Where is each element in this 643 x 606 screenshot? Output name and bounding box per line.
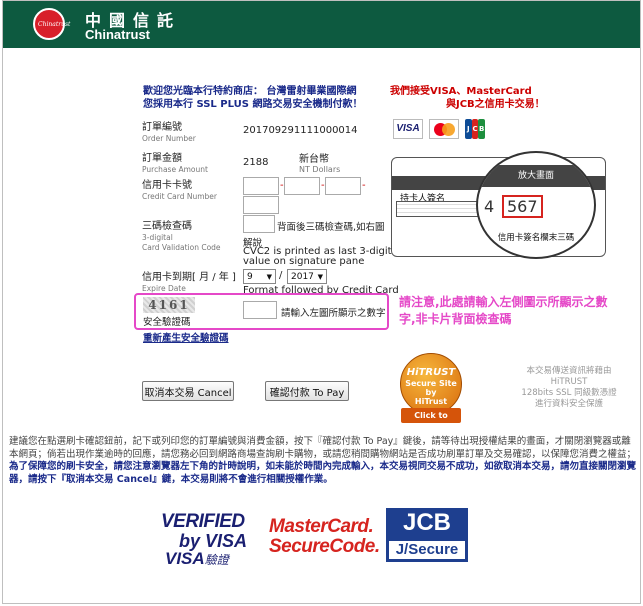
regenerate-captcha-link[interactable]: 重新產生安全驗證碼 xyxy=(143,330,229,344)
cvv-hint-en: CVC2 is printed as last 3-digit value on… xyxy=(243,246,392,267)
to-pay-button[interactable]: 確認付款 To Pay xyxy=(265,381,349,401)
merchant-notice-line2: 您採用本行 SSL PLUS 網路交易安全機制付款！ xyxy=(143,99,363,110)
card-last-digit: 4 xyxy=(484,197,496,216)
dash-3: - xyxy=(362,180,366,191)
payment-disclaimer: 建議您在點選刷卡確認鈕前，記下或列印您的訂單編號與消費金額，按下『確認付款 To… xyxy=(9,436,637,485)
order-number-label: 訂單編號 Order Number xyxy=(142,122,196,143)
amount-value: 2188 xyxy=(243,157,269,168)
mastercard-logo-icon xyxy=(429,119,459,139)
cvv-input[interactable] xyxy=(243,215,275,233)
payment-page: Chinatrust 中國信託 Chinatrust 歡迎您光臨本行特約商店： … xyxy=(2,0,641,604)
expiry-label: 信用卡到期[ 月 / 年 ] Expire Date xyxy=(142,272,236,293)
brand-name-en: Chinatrust xyxy=(85,27,150,42)
cvv-caption: 信用卡簽名欄末三碼 xyxy=(497,233,575,243)
click-to-verify[interactable]: Click to verify xyxy=(401,408,461,435)
currency: 新台幣 NT Dollars xyxy=(299,154,341,174)
cvv-hint: 背面後三碼檢查碼,如右圖 xyxy=(277,222,385,233)
magnify-label: 放大畫面 xyxy=(478,165,594,187)
jcb-j: J xyxy=(465,119,472,139)
visa-logo-icon: VISA xyxy=(393,119,423,139)
jcb-jsecure-logo: JCB J/Secure xyxy=(386,508,468,562)
cvv-label: 三碼檢查碼 3-digital Card Validation Code xyxy=(142,221,221,252)
logo-text: Chinatrust xyxy=(38,21,71,28)
header-bar: Chinatrust 中國信託 Chinatrust xyxy=(3,1,640,48)
captcha-label: 安全驗證碼 xyxy=(143,317,191,328)
expiry-month-select[interactable]: 9 ▼ xyxy=(243,269,276,284)
verified-by-visa-logo: VERIFIED by VISA VISA驗證 xyxy=(161,511,248,568)
cancel-button[interactable]: 取消本交易 Cancel xyxy=(142,381,234,401)
merchant-notice: 歡迎您光臨本行特約商店： 台灣雷射畢業國際網 您採用本行 SSL PLUS 網路… xyxy=(143,85,362,111)
magnifier-circle: 放大畫面 4 567 信用卡簽名欄末三碼 xyxy=(476,151,596,259)
captcha-hint: 請輸入左圖所顯示之數字 xyxy=(281,308,386,319)
card-back-illustration: 持卡人簽名 放大畫面 4 567 信用卡簽名欄末三碼 xyxy=(391,151,629,261)
card-number-input-1[interactable] xyxy=(243,177,279,195)
hitrust-seal-text: Secure Site by HiTrust xyxy=(405,379,457,406)
card-number-label: 信用卡卡號 Credit Card Number xyxy=(142,180,217,201)
chinatrust-logo: Chinatrust xyxy=(33,8,70,40)
accept-notice-line1: 我們接受VISA、MasterCard xyxy=(390,86,532,97)
order-number-value: 201709291111000014 xyxy=(243,125,358,136)
card-number-input-3[interactable] xyxy=(325,177,361,195)
merchant-notice-line1: 歡迎您光臨本行特約商店： 台灣雷射畢業國際網 xyxy=(143,86,357,97)
captcha-warning: 請注意,此處請輸入左側圖示所顯示之數字,非卡片背面檢查碼 xyxy=(399,295,608,326)
disclaimer-highlight: 為了保障您的刷卡安全，請您注意瀏覽器左下角的計時說明，如未能於時間內完成輸入，本… xyxy=(9,461,637,485)
cvv-example: 567 xyxy=(502,195,543,218)
card-number-input-4[interactable] xyxy=(243,196,279,214)
chevron-down-icon: ▼ xyxy=(266,272,272,281)
hitrust-brand: HiTRUST xyxy=(406,367,456,378)
chevron-down-icon: ▼ xyxy=(317,272,323,281)
mastercard-securecode-logo: MasterCard. SecureCode. xyxy=(269,516,380,557)
hitrust-note: 本交易傳送資訊將藉由 HiTRUST 128bits SSL 同級數憑證 進行資… xyxy=(521,366,617,409)
card-number-input-2[interactable] xyxy=(284,177,320,195)
accepted-card-logos: VISA J C B xyxy=(393,119,493,143)
jcb-b: B xyxy=(478,119,486,139)
expiry-year-select[interactable]: 2017 ▼ xyxy=(287,269,327,284)
hitrust-seal[interactable]: HiTRUST Secure Site by HiTrust Click to … xyxy=(400,353,462,435)
accept-notice: 我們接受VISA、MasterCard 與JCB之信用卡交易！ xyxy=(390,85,545,111)
accept-notice-line2: 與JCB之信用卡交易！ xyxy=(446,99,545,110)
captcha-input[interactable] xyxy=(243,301,277,319)
jcb-c: C xyxy=(471,119,479,139)
captcha-image: 4161 xyxy=(143,297,195,313)
amount-label: 訂單金額 Purchase Amount xyxy=(142,153,208,174)
jcb-logo-icon: J C B xyxy=(465,119,486,139)
expiry-separator: / xyxy=(279,270,283,281)
